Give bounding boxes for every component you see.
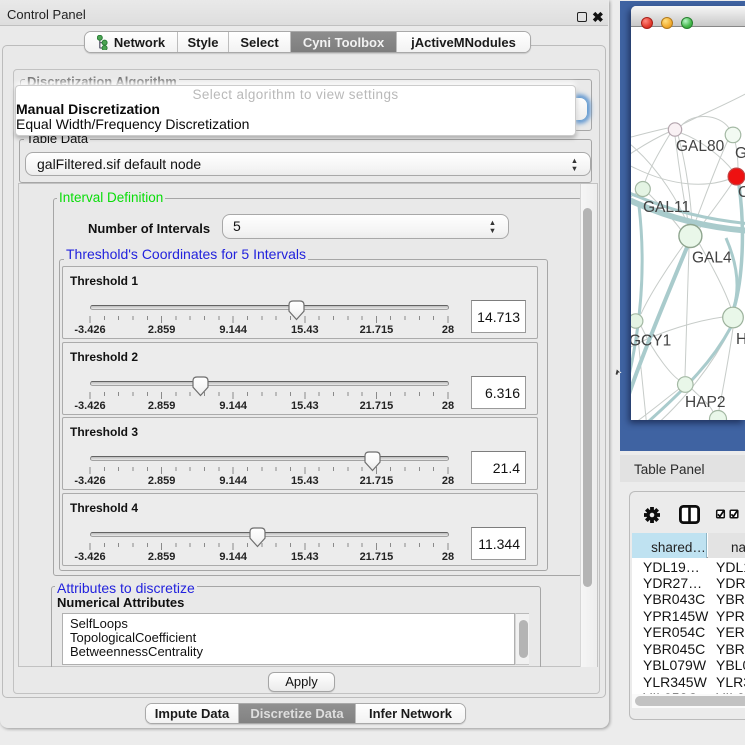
- svg-text:H: H: [736, 331, 745, 348]
- svg-text:GAL11: GAL11: [643, 199, 690, 216]
- svg-text:GCY1: GCY1: [631, 333, 671, 350]
- svg-text:GAL4: GAL4: [692, 250, 732, 267]
- svg-text:HAP2: HAP2: [685, 394, 726, 411]
- svg-text:C: C: [738, 184, 745, 201]
- svg-text:GA: GA: [735, 145, 745, 162]
- svg-text:GAL80: GAL80: [676, 138, 725, 155]
